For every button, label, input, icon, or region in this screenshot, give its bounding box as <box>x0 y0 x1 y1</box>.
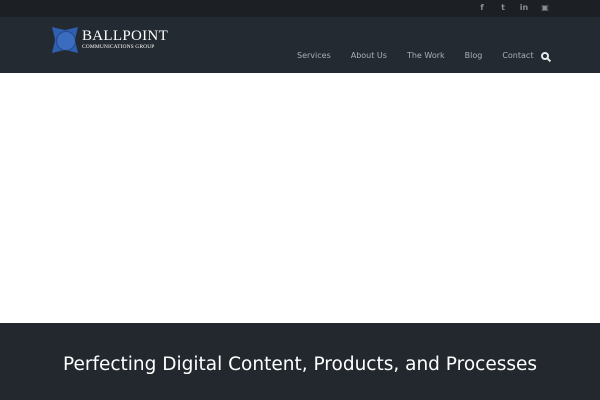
social-links: f t in ▣ <box>477 2 550 14</box>
logo-tagline: COMMUNICATIONS GROUP <box>82 44 155 50</box>
nav-about-us[interactable]: About Us <box>351 51 387 61</box>
logo-name: BALLPOINT <box>82 28 169 44</box>
nav-the-work[interactable]: The Work <box>407 51 445 61</box>
instagram-icon[interactable]: ▣ <box>540 2 550 14</box>
nav-blog[interactable]: Blog <box>465 51 483 61</box>
top-bar: f t in ▣ <box>0 0 600 17</box>
facebook-icon[interactable]: f <box>477 2 487 14</box>
logo[interactable]: BALLPOINT COMMUNICATIONS GROUP <box>52 27 168 53</box>
linkedin-icon[interactable]: in <box>519 2 529 14</box>
site-header: BALLPOINT COMMUNICATIONS GROUP Services … <box>0 17 600 73</box>
search-icon[interactable] <box>541 52 549 60</box>
nav-services[interactable]: Services <box>297 51 331 61</box>
twitter-icon[interactable]: t <box>498 2 508 14</box>
main-nav: Services About Us The Work Blog Contact <box>297 51 553 61</box>
intro-title: Perfecting Digital Content, Products, an… <box>62 354 538 375</box>
nav-contact[interactable]: Contact <box>502 51 533 61</box>
logo-mark-icon <box>52 27 78 53</box>
intro-band: Perfecting Digital Content, Products, an… <box>0 323 600 400</box>
hero-area <box>0 73 600 323</box>
